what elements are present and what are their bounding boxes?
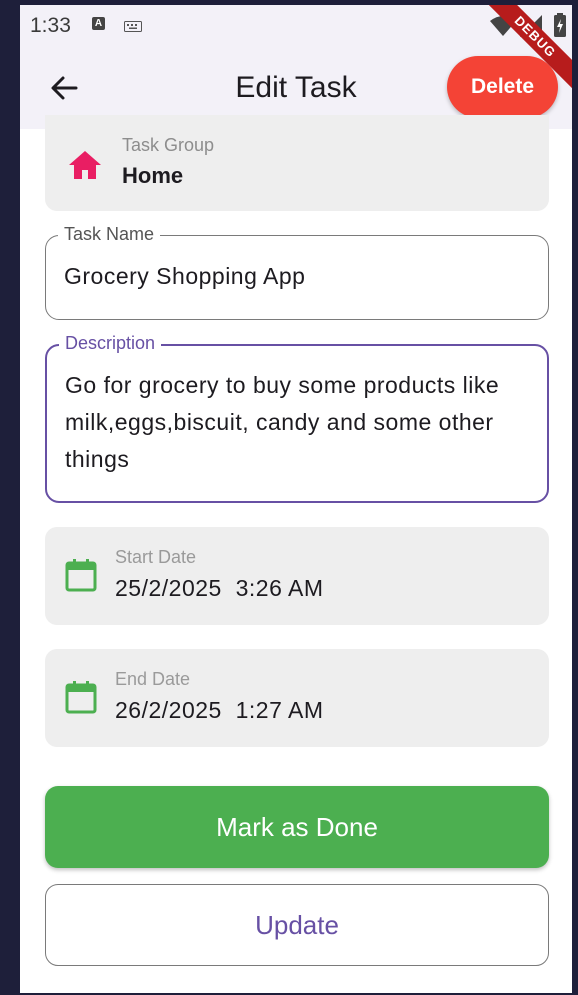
app-screen: 1:33 A Edit Task Delete DEBUG Task Group… <box>20 5 572 993</box>
description-field[interactable]: Description Go for grocery to buy some p… <box>45 333 549 503</box>
start-date-value: 25/2/2025 3:26 AM <box>115 575 324 601</box>
end-date-value: 26/2/2025 1:27 AM <box>115 697 324 723</box>
description-value[interactable]: Go for grocery to buy some products like… <box>65 367 525 478</box>
task-group-label: Task Group <box>122 135 215 155</box>
status-time: 1:33 <box>30 14 71 37</box>
start-date-picker[interactable]: Start Date 25/2/2025 3:26 AM <box>45 527 549 625</box>
a-notification-icon: A <box>92 17 105 30</box>
battery-icon <box>554 13 566 42</box>
task-group-card[interactable]: Task Group Home <box>45 115 549 211</box>
end-date-label: End Date <box>115 669 191 689</box>
task-name-value[interactable]: Grocery Shopping App <box>64 263 305 290</box>
start-date-label: Start Date <box>115 547 197 567</box>
home-icon <box>67 149 103 186</box>
task-name-field[interactable]: Task Name Grocery Shopping App <box>45 224 549 320</box>
keyboard-icon <box>124 19 142 37</box>
task-group-value: Home <box>122 163 184 188</box>
end-date-picker[interactable]: End Date 26/2/2025 1:27 AM <box>45 649 549 747</box>
calendar-icon <box>65 680 97 719</box>
description-label: Description <box>59 333 162 354</box>
status-bar: 1:33 A <box>20 5 572 47</box>
delete-button[interactable]: Delete <box>447 56 558 118</box>
task-name-label: Task Name <box>58 224 161 245</box>
update-button[interactable]: Update <box>45 884 549 966</box>
calendar-icon <box>65 558 97 597</box>
mark-as-done-button[interactable]: Mark as Done <box>45 786 549 868</box>
